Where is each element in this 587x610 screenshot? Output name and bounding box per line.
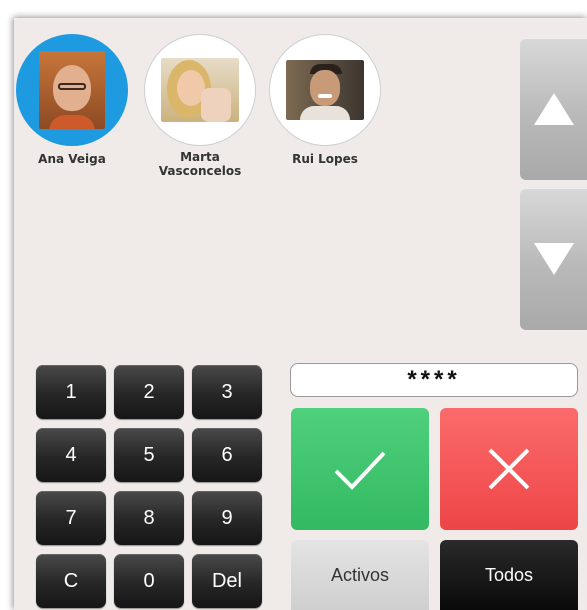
filter-all-button[interactable]: Todos	[440, 540, 578, 610]
checkmark-icon	[334, 451, 386, 490]
key-8[interactable]: 8	[114, 491, 184, 545]
pin-field[interactable]: ****	[290, 363, 578, 397]
filter-active-button[interactable]: Activos	[291, 540, 429, 610]
user-tile-ana-veiga[interactable]: Ana Veiga	[14, 34, 130, 166]
scroll-down-button[interactable]	[520, 188, 587, 330]
login-panel: Ana Veiga Marta Vasconcelos Rui Lopes 1 …	[14, 18, 587, 610]
key-3[interactable]: 3	[192, 365, 262, 419]
cancel-button[interactable]	[440, 408, 578, 530]
user-tile-marta-vasconcelos[interactable]: Marta Vasconcelos	[142, 34, 258, 178]
key-4[interactable]: 4	[36, 428, 106, 482]
key-0[interactable]: 0	[114, 554, 184, 608]
user-photo	[286, 60, 364, 120]
key-1[interactable]: 1	[36, 365, 106, 419]
x-icon	[488, 448, 530, 490]
user-name: Ana Veiga	[38, 152, 106, 166]
triangle-down-icon	[533, 243, 574, 275]
key-7[interactable]: 7	[36, 491, 106, 545]
user-tile-rui-lopes[interactable]: Rui Lopes	[267, 34, 383, 166]
user-photo	[39, 51, 105, 129]
key-9[interactable]: 9	[192, 491, 262, 545]
key-6[interactable]: 6	[192, 428, 262, 482]
key-5[interactable]: 5	[114, 428, 184, 482]
avatar[interactable]	[269, 34, 381, 146]
user-photo	[161, 58, 239, 122]
scroll-up-button[interactable]	[520, 38, 587, 180]
user-name: Marta Vasconcelos	[158, 150, 242, 178]
triangle-up-icon	[533, 93, 574, 125]
delete-key[interactable]: Del	[192, 554, 262, 608]
avatar[interactable]	[144, 34, 256, 146]
avatar[interactable]	[16, 34, 128, 146]
user-name: Rui Lopes	[292, 152, 358, 166]
confirm-button[interactable]	[291, 408, 429, 530]
key-2[interactable]: 2	[114, 365, 184, 419]
clear-key[interactable]: C	[36, 554, 106, 608]
